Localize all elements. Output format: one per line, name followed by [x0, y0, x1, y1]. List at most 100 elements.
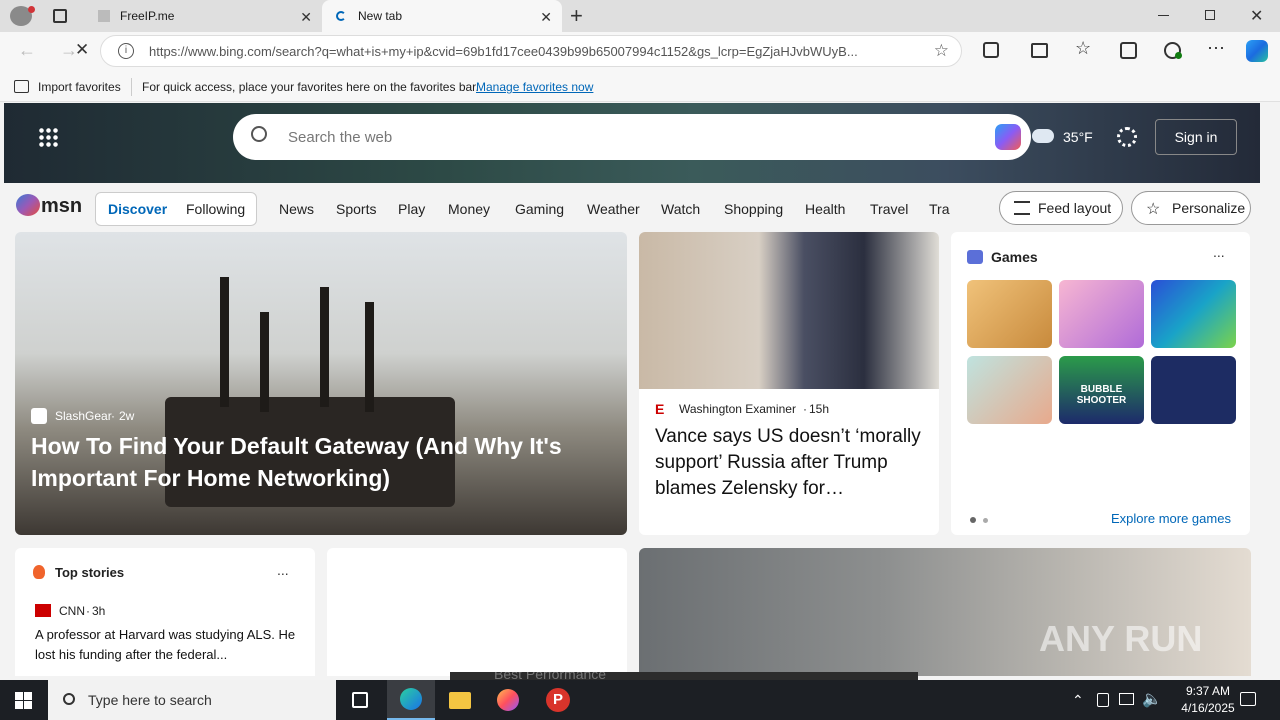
temperature[interactable]: 35°F — [1063, 129, 1093, 145]
hero-separator: · — [111, 409, 115, 423]
file-explorer-icon[interactable] — [449, 692, 471, 709]
source-logo-icon: E — [655, 401, 665, 417]
feed-layout-label: Feed layout — [1038, 200, 1112, 216]
bubble-shooter-label: BUBBLE SHOOTER — [1076, 384, 1127, 406]
hero-article[interactable]: SlashGear · 2w How To Find Your Default … — [15, 232, 627, 535]
restore-icon[interactable] — [1205, 10, 1215, 20]
favorites-divider — [131, 78, 132, 96]
more-options-icon[interactable]: ... — [277, 562, 289, 578]
stop-loading-icon[interactable]: ✕ — [75, 40, 89, 60]
empty-card — [327, 548, 627, 676]
close-window-icon[interactable]: ✕ — [1250, 6, 1263, 26]
taskbar-search[interactable]: Type here to search — [48, 680, 336, 720]
firefox-icon[interactable] — [497, 689, 519, 711]
collections-icon[interactable] — [1120, 42, 1137, 59]
tab-following[interactable]: Following — [186, 201, 245, 217]
story-headline[interactable]: A professor at Harvard was studying ALS.… — [35, 625, 303, 665]
tab-new-tab[interactable]: New tab ✕ — [322, 0, 562, 32]
game-tile-makeup[interactable] — [1059, 280, 1144, 348]
network-icon[interactable] — [1119, 693, 1134, 705]
url-text: https://www.bing.com/search?q=what+is+my… — [149, 43, 858, 59]
msn-logo[interactable]: msn — [41, 195, 82, 218]
nav-gaming[interactable]: Gaming — [515, 201, 564, 217]
hero-age: 2w — [119, 409, 135, 423]
back-icon[interactable]: ← — [18, 40, 36, 61]
clock-date[interactable]: 4/16/2025 — [1173, 701, 1243, 715]
minimize-icon[interactable] — [1158, 15, 1169, 16]
side-headline[interactable]: Vance says US doesn’t ‘morally support’ … — [655, 424, 931, 502]
close-tab-icon[interactable]: ✕ — [540, 9, 552, 26]
side-age: 15h — [809, 402, 830, 416]
settings-gear-icon[interactable] — [1117, 127, 1137, 147]
carousel-dot[interactable] — [983, 518, 988, 523]
hero-source: SlashGear — [55, 409, 112, 423]
personalize-label: Personalize — [1172, 200, 1246, 216]
personalize-icon: ☆ — [1146, 201, 1161, 218]
carousel-dot-active[interactable] — [970, 517, 976, 523]
nav-news[interactable]: News — [279, 201, 314, 217]
game-tile-blocks[interactable] — [1151, 356, 1236, 424]
tab-strip: FreeIP.me ✕ New tab ✕ + ✕ — [0, 0, 1280, 32]
app-launcher-icon[interactable] — [38, 127, 58, 147]
tab-actions-icon[interactable] — [53, 9, 67, 23]
nav-travel[interactable]: Travel — [870, 201, 908, 217]
app-p-icon[interactable]: P — [546, 688, 570, 712]
hero-headline[interactable]: How To Find Your Default Gateway (And Wh… — [31, 430, 601, 494]
nav-play[interactable]: Play — [398, 201, 425, 217]
msn-page: Search the web 35°F Sign in msn Discover… — [4, 103, 1260, 676]
nav-shopping[interactable]: Shopping — [724, 201, 783, 217]
site-info-icon[interactable]: i — [118, 43, 134, 59]
volume-icon[interactable]: 🔈 — [1142, 689, 1162, 709]
close-tab-icon[interactable]: ✕ — [300, 9, 312, 26]
msn-nav: msn Discover Following News Sports Play … — [4, 183, 1260, 231]
games-title: Games — [991, 249, 1038, 265]
extensions-icon[interactable] — [983, 42, 999, 58]
nav-truncated[interactable]: Tra — [929, 201, 951, 217]
game-tile-hospital[interactable] — [967, 356, 1052, 424]
new-tab-icon[interactable]: + — [570, 3, 583, 29]
page-favicon — [98, 10, 110, 22]
side-separator: · — [803, 402, 807, 416]
explore-more-games-link[interactable]: Explore more games — [1111, 511, 1231, 526]
favorites-icon[interactable]: ☆ — [1075, 38, 1091, 59]
nav-weather[interactable]: Weather — [587, 201, 640, 217]
search-box[interactable]: Search the web — [233, 114, 1031, 160]
nav-watch[interactable]: Watch — [661, 201, 700, 217]
tray-app-icon[interactable] — [1097, 693, 1109, 707]
copilot-icon[interactable] — [1246, 40, 1268, 62]
game-tile-wood[interactable] — [967, 280, 1052, 348]
personalize-button[interactable]: ☆ Personalize — [1131, 191, 1251, 225]
nav-health[interactable]: Health — [805, 201, 845, 217]
game-tile-gems[interactable] — [1151, 280, 1236, 348]
story-separator: · — [86, 604, 90, 618]
tab-freeip[interactable]: FreeIP.me ✕ — [84, 0, 322, 32]
nav-money[interactable]: Money — [448, 201, 490, 217]
sign-in-button[interactable]: Sign in — [1155, 119, 1237, 155]
clock-time[interactable]: 9:37 AM — [1173, 684, 1243, 698]
bottom-article[interactable]: ANY RUN — [639, 548, 1251, 676]
loading-icon — [336, 11, 346, 21]
windows-start-icon[interactable] — [15, 692, 32, 709]
manage-favorites-link[interactable]: Manage favorites now — [476, 80, 593, 94]
notifications-icon[interactable] — [1240, 692, 1256, 706]
copilot-search-icon[interactable] — [995, 124, 1021, 150]
nav-sports[interactable]: Sports — [336, 201, 376, 217]
favorite-star-icon[interactable]: ☆ — [934, 41, 949, 61]
task-view-icon[interactable] — [352, 692, 368, 708]
top-stories-card: Top stories ... CNN · 3h A professor at … — [15, 548, 315, 676]
address-bar[interactable]: i https://www.bing.com/search?q=what+is+… — [100, 35, 962, 67]
tray-chevron-icon[interactable]: ⌃ — [1072, 692, 1084, 709]
weather-icon[interactable] — [1032, 129, 1054, 143]
feed-layout-button[interactable]: Feed layout — [999, 191, 1123, 225]
antenna — [260, 312, 269, 412]
side-article[interactable]: E Washington Examiner · 15h Vance says U… — [639, 232, 939, 535]
split-screen-icon[interactable] — [1031, 43, 1048, 58]
import-favorites-button[interactable]: Import favorites — [38, 80, 121, 94]
game-tile-bubble-shooter[interactable]: BUBBLE SHOOTER — [1059, 356, 1144, 424]
fire-icon — [33, 565, 45, 579]
tab-discover[interactable]: Discover — [108, 201, 167, 217]
settings-more-icon[interactable]: ⋯ — [1207, 38, 1225, 59]
edge-taskbar-icon[interactable] — [387, 680, 435, 720]
more-options-icon[interactable]: ... — [1213, 244, 1225, 260]
import-favorites-icon[interactable] — [14, 80, 29, 93]
